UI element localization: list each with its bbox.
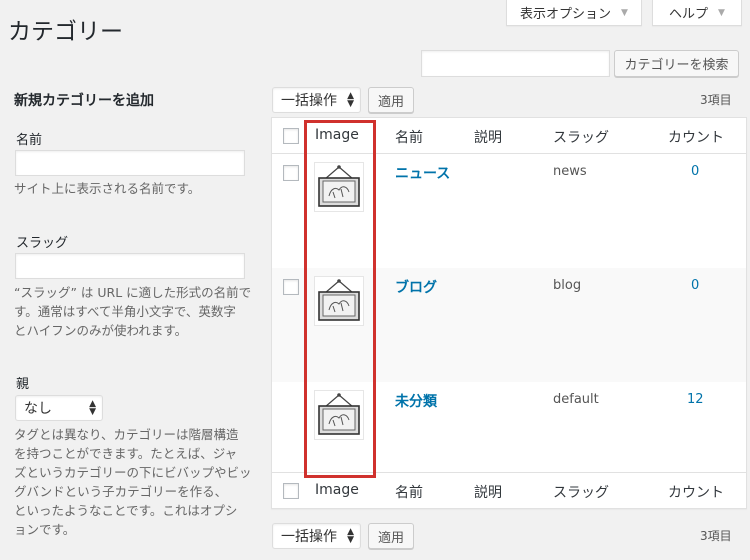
item-count-bottom: 3項目	[700, 529, 732, 543]
updown-chevron-icon: ▲ ▼	[347, 91, 354, 109]
category-count-link[interactable]: 12	[687, 392, 704, 407]
updown-chevron-icon: ▲ ▼	[89, 399, 96, 417]
search-categories-button[interactable]: カテゴリーを検索	[614, 50, 739, 77]
help-button[interactable]: ヘルプ ▼	[652, 0, 742, 26]
screen-options-button[interactable]: 表示オプション ▼	[506, 0, 642, 26]
category-count-link[interactable]: 0	[691, 278, 699, 293]
parent-label: 親	[16, 377, 30, 392]
column-description[interactable]: 説明	[474, 127, 502, 147]
name-field[interactable]	[15, 150, 245, 176]
parent-desc-line: を持つことができます。たとえば、ジャ	[14, 446, 238, 461]
caret-down-icon: ▼	[621, 7, 628, 18]
category-slug: default	[553, 392, 599, 407]
parent-select[interactable]: なし ▲ ▼	[15, 395, 103, 421]
row-checkbox[interactable]	[283, 165, 299, 181]
slug-desc-line: とハイフンのみが使われます。	[14, 323, 188, 338]
item-count-top: 3項目	[700, 93, 732, 107]
category-slug: blog	[553, 278, 582, 293]
category-name-link[interactable]: ブログ	[395, 277, 437, 297]
column-count[interactable]: カウント	[668, 127, 724, 147]
name-label: 名前	[16, 133, 43, 148]
bulk-actions-select-bottom[interactable]: 一括操作 ▲ ▼	[272, 523, 361, 549]
parent-select-value: なし	[24, 401, 52, 417]
category-count-link[interactable]: 0	[691, 164, 699, 179]
select-all-checkbox[interactable]	[283, 128, 299, 144]
column-name[interactable]: 名前	[395, 127, 423, 147]
help-label: ヘルプ	[669, 7, 709, 22]
parent-desc-line: ョンです。	[14, 522, 76, 537]
column-slug[interactable]: スラッグ	[553, 482, 609, 502]
slug-desc-line: す。通常はすべて半角小文字で、英数字	[14, 304, 236, 319]
slug-field[interactable]	[15, 253, 245, 279]
column-description[interactable]: 説明	[474, 482, 502, 502]
search-input[interactable]	[421, 50, 610, 77]
slug-desc-line: “スラッグ” は URL に適した形式の名前で	[14, 285, 252, 300]
bulk-actions-value: 一括操作	[281, 529, 337, 545]
row-checkbox[interactable]	[283, 279, 299, 295]
add-category-heading: 新規カテゴリーを追加	[14, 93, 154, 109]
name-description: サイト上に表示される名前です。	[14, 181, 201, 196]
apply-button-top[interactable]: 適用	[368, 87, 414, 113]
select-all-checkbox-bottom[interactable]	[283, 483, 299, 499]
category-name-link[interactable]: 未分類	[395, 391, 437, 411]
parent-desc-line: グバンドという子カテゴリーを作る、	[14, 484, 228, 499]
parent-desc-line: ズというカテゴリーの下にビバップやビッ	[14, 465, 252, 480]
apply-button-bottom[interactable]: 適用	[368, 523, 414, 549]
screen-options-label: 表示オプション	[520, 7, 612, 22]
parent-desc-line: といったようなことです。これはオプシ	[14, 503, 238, 518]
category-slug: news	[553, 164, 587, 179]
bulk-actions-select-top[interactable]: 一括操作 ▲ ▼	[272, 87, 361, 113]
parent-description: タグとは異なり、カテゴリーは階層構造 を持つことができます。たとえば、ジャ ズと…	[14, 425, 252, 539]
column-count[interactable]: カウント	[668, 482, 724, 502]
parent-desc-line: タグとは異なり、カテゴリーは階層構造	[14, 427, 239, 442]
page-title: カテゴリー	[8, 19, 123, 45]
column-image: Image	[315, 482, 359, 498]
slug-description: “スラッグ” は URL に適した形式の名前で す。通常はすべて半角小文字で、英…	[14, 283, 251, 340]
column-slug[interactable]: スラッグ	[553, 127, 609, 147]
updown-chevron-icon: ▲ ▼	[347, 527, 354, 545]
image-column-highlight	[304, 120, 376, 478]
column-name[interactable]: 名前	[395, 482, 423, 502]
slug-label: スラッグ	[16, 236, 69, 251]
caret-down-icon: ▼	[718, 7, 725, 18]
bulk-actions-value: 一括操作	[281, 93, 337, 109]
category-name-link[interactable]: ニュース	[395, 163, 450, 183]
